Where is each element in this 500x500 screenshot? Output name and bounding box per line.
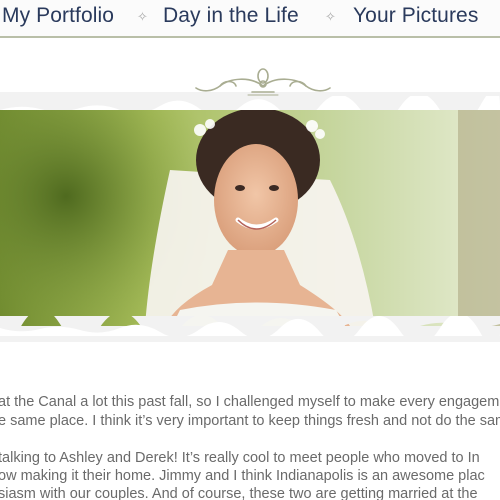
nav-separator-icon: ✧ xyxy=(137,9,148,24)
article-line: at the Canal a lot this past fall, so I … xyxy=(0,394,500,410)
top-navigation: My Portfolio ✧ Day in the Life ✧ Your Pi… xyxy=(0,0,500,36)
torn-edge-bottom xyxy=(0,316,500,336)
nav-link-your-pictures[interactable]: Your Pictures xyxy=(353,4,478,28)
article-body: at the Canal a lot this past fall, so I … xyxy=(0,388,500,500)
nav-link-day-in-the-life[interactable]: Day in the Life xyxy=(163,4,299,28)
bride-photo-icon xyxy=(0,110,500,326)
nav-link-my-portfolio[interactable]: My Portfolio xyxy=(2,4,114,28)
blog-page: My Portfolio ✧ Day in the Life ✧ Your Pi… xyxy=(0,0,500,500)
article-line: siasm with our couples. And of course, t… xyxy=(0,486,478,500)
article-line: talking to Ashley and Derek! It’s really… xyxy=(0,450,480,466)
nav-divider xyxy=(0,36,500,38)
nav-separator-icon: ✧ xyxy=(325,9,336,24)
article-line: ow making it their home. Jimmy and I thi… xyxy=(0,468,485,484)
article-line: e same place. I think it’s very importan… xyxy=(0,413,500,429)
hero-photo xyxy=(0,110,500,326)
